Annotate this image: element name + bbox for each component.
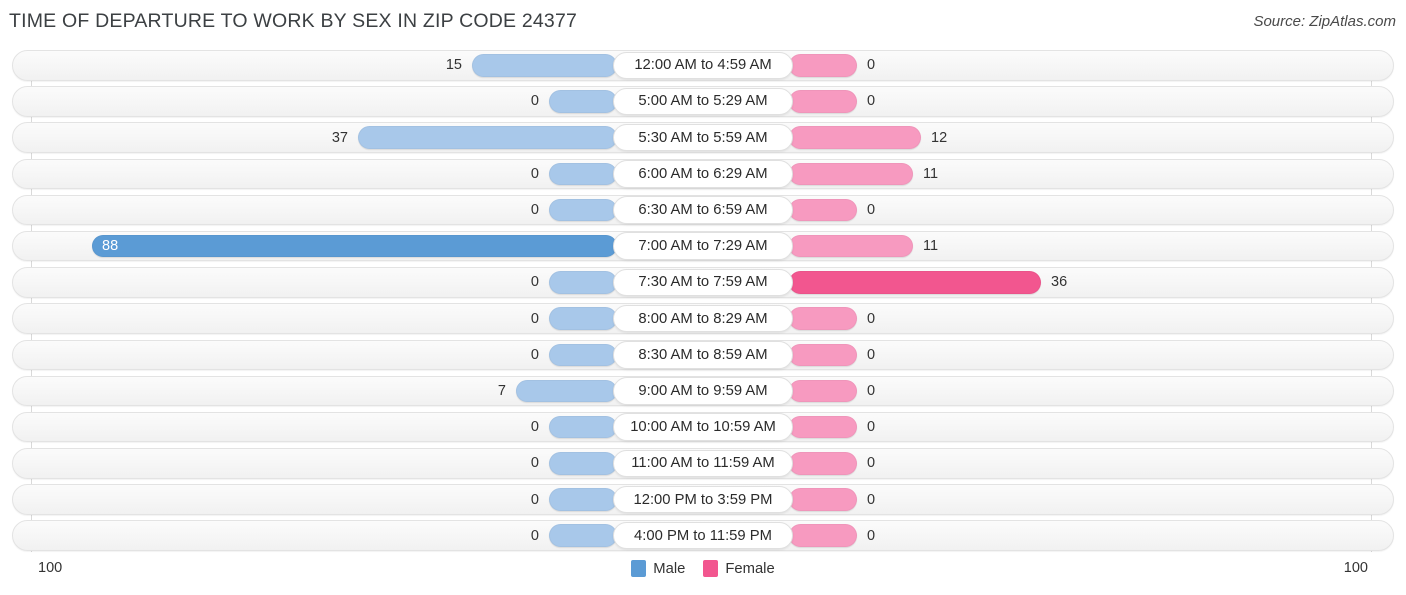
male-value-label: 0 (530, 346, 539, 363)
male-bar[interactable] (549, 488, 617, 511)
source-attribution: Source: ZipAtlas.com (1253, 13, 1396, 30)
male-bar[interactable] (472, 54, 617, 77)
chart-row: 0 11 6:00 AM to 6:29 AM (0, 158, 1406, 190)
legend-swatch-male-icon (631, 560, 647, 577)
female-bar[interactable] (789, 90, 857, 113)
chart-header: TIME OF DEPARTURE TO WORK BY SEX IN ZIP … (0, 0, 1406, 44)
category-label-pill: 6:30 AM to 6:59 AM (613, 196, 793, 224)
male-bar[interactable] (549, 271, 617, 294)
male-bar[interactable] (92, 234, 617, 258)
male-bar[interactable] (549, 198, 617, 222)
chart-row: 7 0 9:00 AM to 9:59 AM (0, 375, 1406, 407)
male-bar[interactable] (549, 524, 617, 547)
category-label-pill: 8:00 AM to 8:29 AM (613, 304, 793, 333)
female-bar[interactable] (789, 307, 857, 330)
category-label-pill: 7:00 AM to 7:29 AM (613, 232, 793, 260)
chart-footer: 100 100 Male Female (0, 552, 1406, 595)
female-value-label: 0 (867, 346, 876, 363)
male-bar[interactable] (549, 343, 617, 366)
chart-row: 0 0 5:00 AM to 5:29 AM (0, 86, 1406, 117)
female-value-label: 0 (867, 57, 876, 74)
male-bar[interactable] (549, 307, 617, 330)
male-value-label: 0 (530, 527, 539, 544)
chart-row: 0 0 12:00 PM to 3:59 PM (0, 484, 1406, 515)
chart-row: 0 0 8:00 AM to 8:29 AM (0, 303, 1406, 334)
female-bar[interactable] (789, 343, 857, 366)
male-value-label: 0 (530, 93, 539, 110)
male-value-label: 88 (102, 238, 119, 255)
female-bar[interactable] (789, 126, 921, 149)
female-value-label: 0 (867, 491, 876, 508)
legend-swatch-female-icon (703, 560, 719, 577)
male-value-label: 0 (530, 274, 539, 291)
male-value-label: 0 (530, 455, 539, 472)
male-value-label: 15 (445, 57, 462, 74)
female-bar[interactable] (789, 271, 1041, 294)
category-label-pill: 11:00 AM to 11:59 AM (613, 449, 793, 478)
female-bar[interactable] (789, 234, 913, 258)
female-value-label: 11 (923, 238, 939, 255)
female-bar[interactable] (789, 198, 857, 222)
category-label-pill: 12:00 PM to 3:59 PM (613, 485, 793, 514)
legend-label-female: Female (725, 560, 775, 577)
female-bar[interactable] (789, 488, 857, 511)
category-label-pill: 5:30 AM to 5:59 AM (613, 123, 793, 152)
male-bar[interactable] (549, 452, 617, 475)
male-value-label: 37 (331, 129, 348, 146)
chart-row: 37 12 5:30 AM to 5:59 AM (0, 122, 1406, 153)
male-bar[interactable] (549, 162, 617, 186)
chart-row: 0 0 10:00 AM to 10:59 AM (0, 411, 1406, 443)
chart-row: 88 11 7:00 AM to 7:29 AM (0, 230, 1406, 262)
female-value-label: 0 (867, 419, 876, 436)
female-bar[interactable] (789, 415, 857, 439)
chart-page: TIME OF DEPARTURE TO WORK BY SEX IN ZIP … (0, 0, 1406, 595)
category-label-pill: 5:00 AM to 5:29 AM (613, 87, 793, 116)
category-label-pill: 12:00 AM to 4:59 AM (613, 51, 793, 79)
female-value-label: 0 (867, 382, 876, 399)
category-label-pill: 7:30 AM to 7:59 AM (613, 268, 793, 297)
female-bar[interactable] (789, 162, 913, 186)
male-bar[interactable] (358, 126, 617, 149)
legend-item-female[interactable]: Female (703, 560, 775, 577)
chart-row: 0 36 7:30 AM to 7:59 AM (0, 267, 1406, 298)
chart-row: 15 0 12:00 AM to 4:59 AM (0, 50, 1406, 81)
chart-rows: 15 0 12:00 AM to 4:59 AM 0 0 5:00 AM to 5:29 … (0, 50, 1406, 557)
category-label-pill: 9:00 AM to 9:59 AM (613, 377, 793, 405)
chart-row: 0 0 11:00 AM to 11:59 AM (0, 448, 1406, 479)
female-value-label: 0 (867, 93, 876, 110)
female-value-label: 0 (867, 527, 876, 544)
male-bar[interactable] (549, 90, 617, 113)
male-value-label: 0 (530, 310, 539, 327)
female-value-label: 12 (931, 129, 948, 146)
category-label-pill: 10:00 AM to 10:59 AM (613, 413, 793, 441)
female-value-label: 11 (923, 165, 939, 182)
male-value-label: 0 (530, 202, 539, 218)
chart-row: 0 0 6:30 AM to 6:59 AM (0, 194, 1406, 226)
female-value-label: 0 (867, 202, 876, 218)
male-bar[interactable] (549, 415, 617, 439)
legend-item-male[interactable]: Male (631, 560, 685, 577)
category-label-pill: 6:00 AM to 6:29 AM (613, 160, 793, 188)
chart-row: 0 0 8:30 AM to 8:59 AM (0, 339, 1406, 370)
chart-plot-area: 15 0 12:00 AM to 4:59 AM 0 0 5:00 AM to 5:29 … (0, 44, 1406, 552)
female-value-label: 36 (1051, 274, 1068, 291)
female-bar[interactable] (789, 524, 857, 547)
male-bar[interactable] (516, 379, 617, 403)
male-value-label: 0 (530, 165, 539, 182)
category-label-pill: 4:00 PM to 11:59 PM (613, 521, 793, 550)
male-value-label: 0 (530, 491, 539, 508)
female-value-label: 0 (867, 310, 876, 327)
legend-label-male: Male (653, 560, 686, 577)
page-title: TIME OF DEPARTURE TO WORK BY SEX IN ZIP … (9, 10, 578, 32)
male-value-label: 0 (530, 419, 539, 436)
female-bar[interactable] (789, 379, 857, 403)
chart-row: 0 0 4:00 PM to 11:59 PM (0, 520, 1406, 551)
female-bar[interactable] (789, 54, 857, 77)
category-label-pill: 8:30 AM to 8:59 AM (613, 341, 793, 369)
female-value-label: 0 (867, 455, 876, 472)
female-bar[interactable] (789, 452, 857, 475)
chart-legend: Male Female (0, 560, 1406, 577)
male-value-label: 7 (497, 382, 506, 399)
